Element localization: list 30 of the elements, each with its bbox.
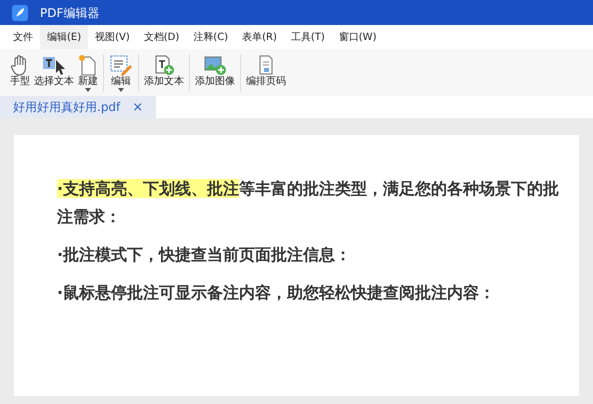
menu-item[interactable]: 注释(C) [186, 25, 236, 49]
edit-document-icon [109, 54, 133, 76]
new-document-icon [78, 54, 98, 76]
add-text-icon [153, 54, 175, 76]
close-button[interactable]: × [132, 100, 144, 114]
menu-item[interactable]: 窗口(W) [332, 25, 384, 49]
toolbar-button[interactable]: 编排页码 [244, 54, 288, 88]
paragraph: ·支持高亮、下划线、批注等丰富的批注类型，满足您的各种场景下的批注需求： [57, 178, 560, 228]
menu-item[interactable]: 文件 [6, 25, 40, 49]
caret-icon [85, 88, 91, 92]
toolbar-button[interactable]: 添加图像 [193, 54, 237, 92]
toolbar-button[interactable]: 新建 [76, 54, 100, 92]
document-tab[interactable]: 好用好用真好用.pdf × [0, 96, 156, 118]
add-image-icon [203, 54, 227, 76]
text-cursor-icon [42, 54, 66, 76]
toolbar-button[interactable]: 添加文本 [142, 54, 186, 92]
caret-icon [118, 88, 124, 92]
toolbar-button[interactable]: 编辑 [107, 54, 135, 92]
menu-item[interactable]: 表单(R) [235, 25, 284, 49]
feather-logo-icon [12, 4, 28, 20]
tab-title: 好用好用真好用.pdf [13, 99, 120, 116]
menu-item[interactable]: 工具(T) [284, 25, 332, 49]
toolbar-button[interactable]: 手型 [8, 54, 32, 88]
paragraph: ·鼠标悬停批注可显示备注内容，助您轻松快捷查阅批注内容： [57, 282, 496, 304]
menu-item[interactable]: 文档(D) [136, 25, 186, 49]
paragraph: ·批注模式下，快捷查当前页面批注信息： [57, 244, 352, 266]
toolbar-button[interactable]: 选择文本 [32, 54, 76, 88]
menu-item[interactable]: 编辑(E) [40, 25, 88, 49]
window-title: PDF编辑器 [40, 4, 100, 22]
menu-item[interactable]: 视图(V) [88, 25, 137, 49]
